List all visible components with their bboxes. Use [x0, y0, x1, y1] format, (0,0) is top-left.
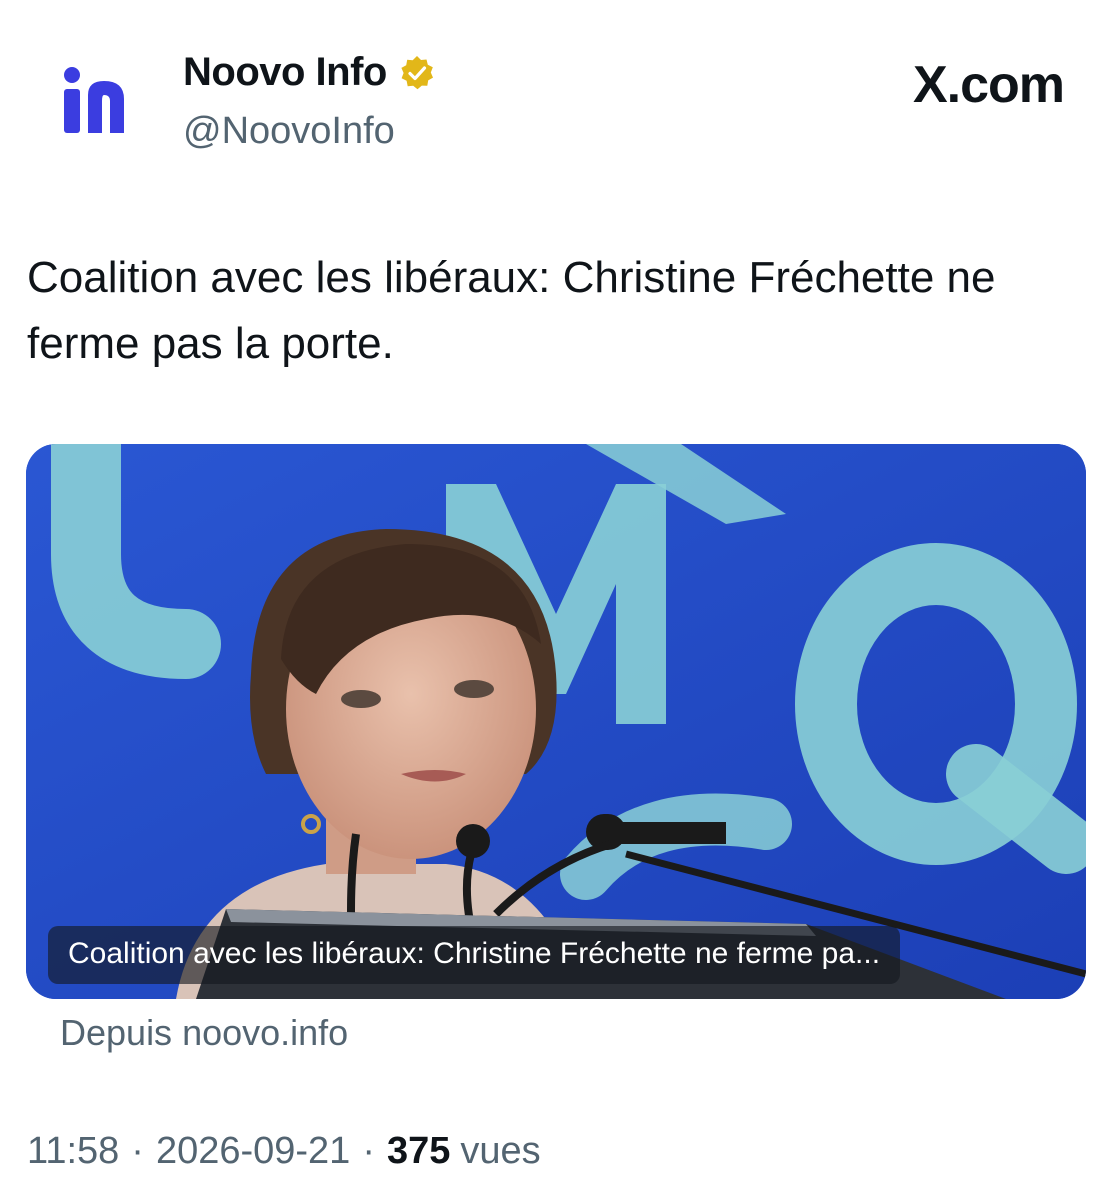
- display-name[interactable]: Noovo Info: [183, 50, 387, 95]
- verified-gold-badge-icon: [401, 55, 433, 89]
- tweet-text: Coalition avec les libéraux: Christine F…: [27, 253, 996, 368]
- source-label: X.com: [912, 56, 1065, 114]
- views-count[interactable]: 375: [387, 1130, 450, 1173]
- meta-separator: ·: [131, 1130, 144, 1172]
- account-handle[interactable]: @NoovoInfo: [183, 110, 395, 153]
- tweet-time[interactable]: 11:58: [27, 1130, 119, 1173]
- views-label: vues: [460, 1130, 541, 1172]
- link-source-label[interactable]: Depuis noovo.info: [60, 1012, 348, 1054]
- woman-speaking-at-podium-photo: [26, 444, 1086, 999]
- tweet-date[interactable]: 2026-09-21: [156, 1130, 350, 1173]
- account-name-row[interactable]: Noovo Info: [183, 50, 435, 95]
- tweet-meta: 11:58 · 2026-09-21 · 375 vues: [27, 1130, 541, 1173]
- link-card[interactable]: Coalition avec les libéraux: Christine F…: [26, 444, 1086, 999]
- link-card-caption: Coalition avec les libéraux: Christine F…: [48, 926, 901, 984]
- meta-separator: ·: [362, 1130, 375, 1172]
- noovo-logo-icon[interactable]: [40, 55, 140, 155]
- tweet-header: Noovo Info @NoovoInfo X.com: [0, 0, 1112, 180]
